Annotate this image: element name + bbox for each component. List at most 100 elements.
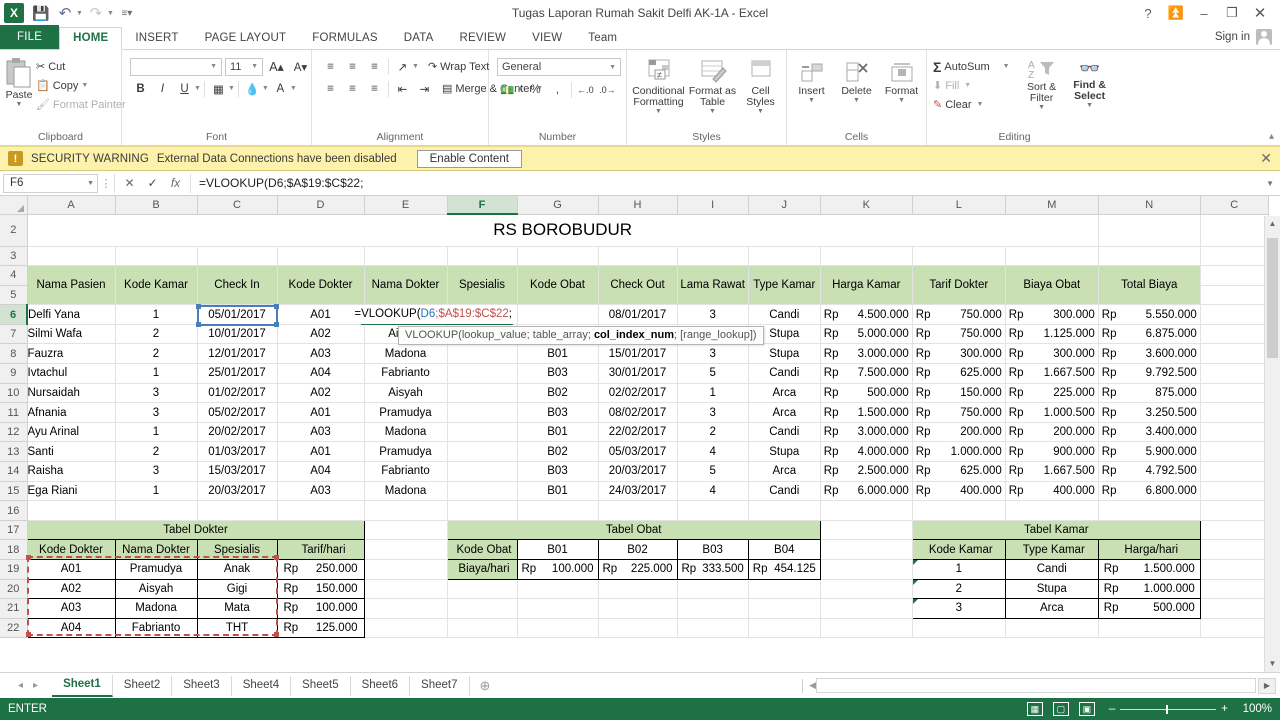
tab-view[interactable]: VIEW: [519, 28, 575, 49]
cell-I16[interactable]: [677, 500, 749, 521]
col-header-H[interactable]: H: [598, 196, 678, 215]
cell-spesialis[interactable]: [447, 461, 518, 482]
cell-check-in[interactable]: 20/03/2017: [197, 481, 278, 502]
cell-F22[interactable]: [447, 618, 518, 639]
format-as-table-dropdown-icon[interactable]: ▼: [709, 108, 716, 115]
header-check-in[interactable]: Check In: [197, 265, 278, 306]
cell-H16[interactable]: [598, 500, 678, 521]
tab-review[interactable]: REVIEW: [447, 28, 520, 49]
row-header-6[interactable]: 6: [0, 304, 28, 325]
cell-check-in[interactable]: 01/03/2017: [197, 441, 278, 463]
cell-F20[interactable]: [447, 579, 518, 600]
header-lama-rawat[interactable]: Lama Rawat: [677, 265, 749, 306]
col-header-J[interactable]: J: [748, 196, 821, 215]
italic-button[interactable]: I: [152, 79, 173, 98]
percent-format-button[interactable]: %: [525, 80, 546, 99]
tabel-dokter-spesialis[interactable]: Anak: [196, 559, 278, 580]
scroll-down-icon[interactable]: ▼: [1265, 656, 1280, 672]
cell-lama-rawat[interactable]: 5: [677, 461, 749, 482]
tabel-kamar-kode[interactable]: 2: [911, 578, 1006, 600]
sort-filter-button[interactable]: A Z Sort & Filter ▼: [1020, 57, 1064, 111]
row-header-9[interactable]: 9: [0, 363, 28, 384]
row-header-8[interactable]: 8: [0, 343, 28, 365]
tabel-obat-code-b03[interactable]: B03: [676, 539, 749, 560]
col-header-G[interactable]: G: [517, 196, 599, 215]
cell-check-out[interactable]: 30/01/2017: [598, 363, 678, 384]
cell-O13[interactable]: [1200, 441, 1269, 463]
header-nama-pasien[interactable]: Nama Pasien: [27, 265, 116, 306]
cell-nama-dokter[interactable]: Pramudya: [364, 441, 448, 463]
cell-O7[interactable]: [1200, 324, 1269, 345]
decrease-indent-icon[interactable]: ⇤: [392, 79, 413, 98]
cell-tarif-dokter[interactable]: Rp 750.000: [912, 304, 1006, 325]
cell-styles-dropdown-icon[interactable]: ▼: [757, 108, 764, 115]
col-header-N[interactable]: N: [1098, 196, 1201, 215]
font-size-dropdown-icon[interactable]: ▼: [249, 63, 260, 70]
cell-E17[interactable]: [364, 520, 448, 541]
cell-tarif-dokter[interactable]: Rp 300.000: [912, 343, 1006, 365]
tabel-kamar-title[interactable]: Tabel Kamar: [911, 519, 1201, 541]
cell-M22[interactable]: [1005, 618, 1099, 639]
delete-cells-button[interactable]: Delete ▼: [836, 59, 877, 104]
cell-tarif-dokter[interactable]: Rp 750.000: [912, 402, 1006, 423]
cell-biaya-obat[interactable]: Rp 300.000: [1005, 304, 1099, 325]
col-header-E[interactable]: E: [364, 196, 448, 215]
zoom-in-button[interactable]: +: [1221, 703, 1228, 715]
formula-input[interactable]: =VLOOKUP(D6;$A$19:$C$22;: [191, 176, 1266, 190]
cell-biaya-obat[interactable]: Rp 400.000: [1005, 481, 1099, 502]
cell-N22[interactable]: [1098, 618, 1201, 639]
tab-home[interactable]: HOME: [59, 27, 123, 50]
tabel-obat-label-biaya[interactable]: Biaya/hari: [446, 559, 518, 580]
cell-check-in[interactable]: 01/02/2017: [197, 383, 278, 404]
cell-O22[interactable]: [1200, 618, 1269, 639]
cell-biaya-obat[interactable]: Rp 225.000: [1005, 383, 1099, 404]
cell-I3[interactable]: [677, 246, 749, 267]
cell-E21[interactable]: [364, 598, 448, 619]
tabel-kamar-type[interactable]: Stupa: [1004, 578, 1099, 600]
cell-E22[interactable]: [364, 618, 448, 639]
tabel-kamar-kode[interactable]: 3: [911, 598, 1006, 619]
cell-D3[interactable]: [277, 246, 365, 267]
cell-nama-pasien[interactable]: Raisha: [27, 461, 116, 482]
cell-O2[interactable]: [1200, 214, 1269, 247]
cell-J3[interactable]: [748, 246, 821, 267]
paste-button[interactable]: Paste ▼: [4, 55, 34, 108]
header-kode-obat[interactable]: Kode Obat: [517, 265, 599, 306]
select-all-corner[interactable]: [0, 196, 28, 215]
fill-color-dropdown-icon[interactable]: ▼: [262, 85, 269, 92]
cell-kode-dokter[interactable]: A03: [277, 343, 365, 365]
cell-spesialis[interactable]: [447, 441, 518, 463]
align-center-icon[interactable]: ≡: [342, 79, 363, 98]
col-header-M[interactable]: M: [1005, 196, 1099, 215]
tab-file[interactable]: FILE: [0, 25, 60, 49]
cell-nama-dokter[interactable]: Madona: [364, 343, 448, 365]
header-nama-dokter[interactable]: Nama Dokter: [364, 265, 448, 306]
tab-insert[interactable]: INSERT: [122, 28, 191, 49]
ribbon-options-icon[interactable]: ⏫: [1162, 1, 1190, 25]
cell-type-kamar[interactable]: Candi: [748, 481, 821, 502]
orientation-dropdown-icon[interactable]: ▼: [412, 63, 419, 70]
cell-kode-kamar[interactable]: 1: [115, 422, 198, 443]
cell-G21[interactable]: [517, 598, 599, 619]
cell-L3[interactable]: [912, 246, 1006, 267]
copy-button[interactable]: 📋 Copy ▼: [34, 76, 128, 95]
tabel-kamar-header-kode[interactable]: Kode Kamar: [911, 539, 1006, 560]
cell-tarif-dokter[interactable]: Rp 1.000.000: [912, 441, 1006, 463]
tabel-obat-price-b01[interactable]: Rp 100.000: [516, 559, 599, 580]
cell-kode-kamar[interactable]: 2: [115, 441, 198, 463]
cell-nama-pasien[interactable]: Afnania: [27, 402, 116, 423]
cell-nama-pasien[interactable]: Ega Riani: [27, 481, 116, 502]
cell-spesialis[interactable]: [447, 343, 518, 365]
vertical-scrollbar[interactable]: ▲ ▼: [1264, 216, 1280, 672]
row-header-15[interactable]: 15: [0, 481, 28, 502]
format-cells-button[interactable]: Format ▼: [881, 59, 922, 104]
row-header-20[interactable]: 20: [0, 579, 28, 600]
cell-H21[interactable]: [598, 598, 678, 619]
sort-filter-dropdown-icon[interactable]: ▼: [1038, 104, 1045, 111]
cell-O5[interactable]: [1200, 285, 1269, 306]
col-header-A[interactable]: A: [27, 196, 116, 215]
cell-J21[interactable]: [748, 598, 821, 619]
tab-page-layout[interactable]: PAGE LAYOUT: [192, 28, 300, 49]
tabel-kamar-header-type[interactable]: Type Kamar: [1004, 539, 1099, 560]
cell-kode-dokter[interactable]: A01: [277, 402, 365, 423]
